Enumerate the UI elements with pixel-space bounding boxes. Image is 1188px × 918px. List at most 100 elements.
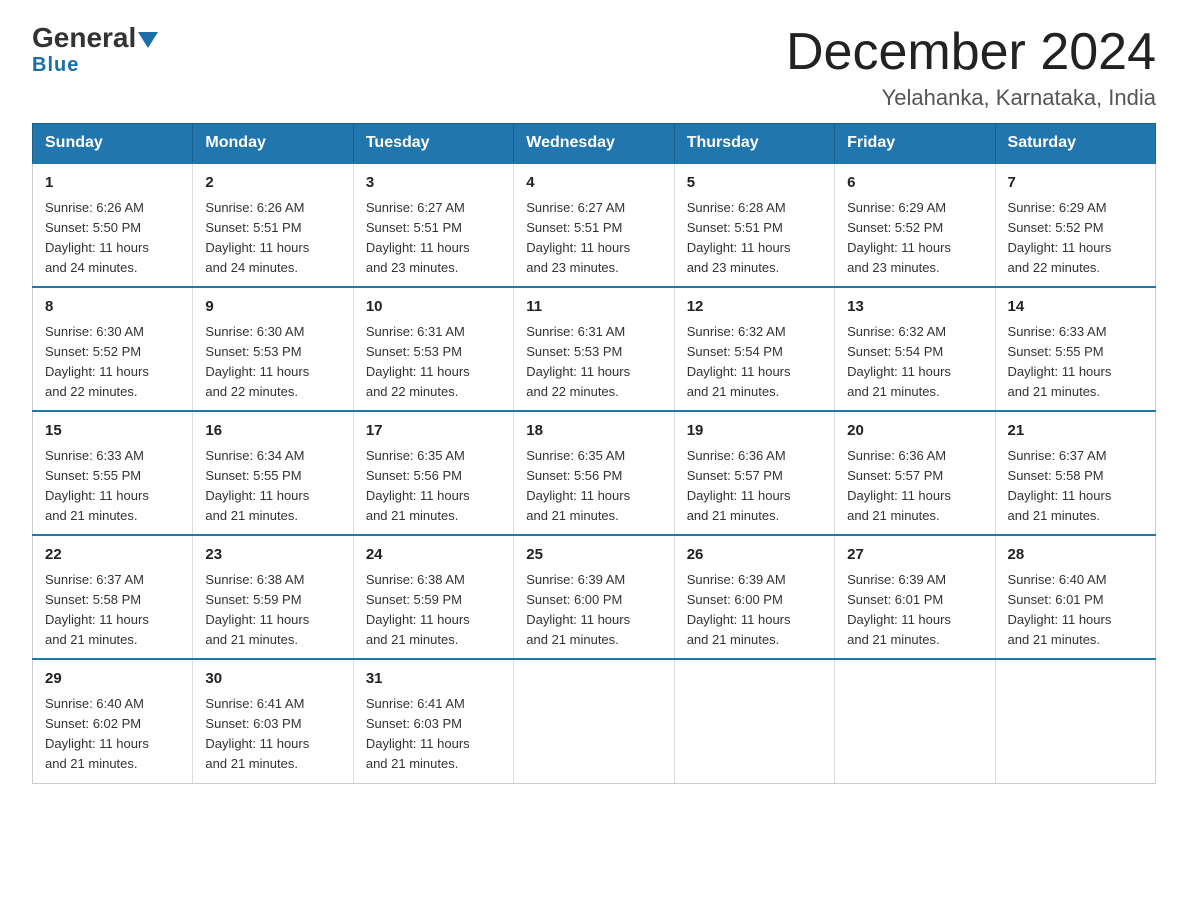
- day-number: 13: [847, 296, 982, 319]
- day-info: Sunrise: 6:30 AM Sunset: 5:53 PM Dayligh…: [205, 322, 340, 403]
- location-subtitle: Yelahanka, Karnataka, India: [786, 85, 1156, 111]
- calendar-cell: [835, 659, 995, 783]
- day-number: 1: [45, 172, 180, 195]
- calendar-cell: 29 Sunrise: 6:40 AM Sunset: 6:02 PM Dayli…: [33, 659, 193, 783]
- day-number: 30: [205, 668, 340, 691]
- day-info: Sunrise: 6:34 AM Sunset: 5:55 PM Dayligh…: [205, 446, 340, 527]
- calendar-cell: 1 Sunrise: 6:26 AM Sunset: 5:50 PM Daylig…: [33, 163, 193, 287]
- week-row-4: 22 Sunrise: 6:37 AM Sunset: 5:58 PM Dayli…: [33, 535, 1156, 659]
- calendar-cell: 11 Sunrise: 6:31 AM Sunset: 5:53 PM Dayli…: [514, 287, 674, 411]
- day-info: Sunrise: 6:32 AM Sunset: 5:54 PM Dayligh…: [687, 322, 822, 403]
- calendar-cell: 7 Sunrise: 6:29 AM Sunset: 5:52 PM Daylig…: [995, 163, 1155, 287]
- day-info: Sunrise: 6:32 AM Sunset: 5:54 PM Dayligh…: [847, 322, 982, 403]
- day-info: Sunrise: 6:36 AM Sunset: 5:57 PM Dayligh…: [687, 446, 822, 527]
- day-info: Sunrise: 6:30 AM Sunset: 5:52 PM Dayligh…: [45, 322, 180, 403]
- day-info: Sunrise: 6:31 AM Sunset: 5:53 PM Dayligh…: [526, 322, 661, 403]
- calendar-cell: 15Sunrise: 6:33 AM Sunset: 5:55 PM Dayli…: [33, 411, 193, 535]
- calendar-cell: [995, 659, 1155, 783]
- day-info: Sunrise: 6:38 AM Sunset: 5:59 PM Dayligh…: [205, 570, 340, 651]
- day-info: Sunrise: 6:27 AM Sunset: 5:51 PM Dayligh…: [366, 198, 501, 279]
- calendar-cell: [514, 659, 674, 783]
- day-number: 9: [205, 296, 340, 319]
- calendar-cell: 23 Sunrise: 6:38 AM Sunset: 5:59 PM Dayli…: [193, 535, 353, 659]
- day-number: 28: [1008, 544, 1143, 567]
- day-number: 20: [847, 420, 982, 443]
- calendar-cell: 10 Sunrise: 6:31 AM Sunset: 5:53 PM Dayli…: [353, 287, 513, 411]
- day-number: 18: [526, 420, 661, 443]
- calendar-body: 1 Sunrise: 6:26 AM Sunset: 5:50 PM Daylig…: [33, 163, 1156, 783]
- day-info: Sunrise: 6:41 AM Sunset: 6:03 PM Dayligh…: [205, 694, 340, 775]
- calendar-cell: 16Sunrise: 6:34 AM Sunset: 5:55 PM Dayli…: [193, 411, 353, 535]
- day-info: Sunrise: 6:29 AM Sunset: 5:52 PM Dayligh…: [847, 198, 982, 279]
- day-header-saturday: Saturday: [995, 124, 1155, 164]
- calendar-cell: 8 Sunrise: 6:30 AM Sunset: 5:52 PM Daylig…: [33, 287, 193, 411]
- day-info: Sunrise: 6:33 AM Sunset: 5:55 PM Dayligh…: [45, 446, 180, 527]
- logo-blue-text: Blue: [32, 54, 79, 77]
- week-row-5: 29 Sunrise: 6:40 AM Sunset: 6:02 PM Dayli…: [33, 659, 1156, 783]
- day-number: 23: [205, 544, 340, 567]
- calendar-cell: 14Sunrise: 6:33 AM Sunset: 5:55 PM Dayli…: [995, 287, 1155, 411]
- calendar-cell: 24Sunrise: 6:38 AM Sunset: 5:59 PM Dayli…: [353, 535, 513, 659]
- day-header-tuesday: Tuesday: [353, 124, 513, 164]
- calendar-cell: 22 Sunrise: 6:37 AM Sunset: 5:58 PM Dayli…: [33, 535, 193, 659]
- day-info: Sunrise: 6:37 AM Sunset: 5:58 PM Dayligh…: [45, 570, 180, 651]
- calendar-cell: 25 Sunrise: 6:39 AM Sunset: 6:00 PM Dayli…: [514, 535, 674, 659]
- week-row-3: 15Sunrise: 6:33 AM Sunset: 5:55 PM Dayli…: [33, 411, 1156, 535]
- day-number: 25: [526, 544, 661, 567]
- calendar-cell: 19 Sunrise: 6:36 AM Sunset: 5:57 PM Dayli…: [674, 411, 834, 535]
- calendar-cell: 12 Sunrise: 6:32 AM Sunset: 5:54 PM Dayli…: [674, 287, 834, 411]
- day-info: Sunrise: 6:36 AM Sunset: 5:57 PM Dayligh…: [847, 446, 982, 527]
- day-info: Sunrise: 6:39 AM Sunset: 6:00 PM Dayligh…: [526, 570, 661, 651]
- calendar-cell: 13 Sunrise: 6:32 AM Sunset: 5:54 PM Dayli…: [835, 287, 995, 411]
- day-number: 5: [687, 172, 822, 195]
- day-header-sunday: Sunday: [33, 124, 193, 164]
- day-info: Sunrise: 6:29 AM Sunset: 5:52 PM Dayligh…: [1008, 198, 1143, 279]
- day-header-friday: Friday: [835, 124, 995, 164]
- day-info: Sunrise: 6:35 AM Sunset: 5:56 PM Dayligh…: [526, 446, 661, 527]
- day-number: 24: [366, 544, 501, 567]
- calendar-header: SundayMondayTuesdayWednesdayThursdayFrid…: [33, 124, 1156, 164]
- day-info: Sunrise: 6:37 AM Sunset: 5:58 PM Dayligh…: [1008, 446, 1143, 527]
- day-info: Sunrise: 6:31 AM Sunset: 5:53 PM Dayligh…: [366, 322, 501, 403]
- calendar-cell: 9 Sunrise: 6:30 AM Sunset: 5:53 PM Daylig…: [193, 287, 353, 411]
- day-number: 12: [687, 296, 822, 319]
- calendar-cell: 31Sunrise: 6:41 AM Sunset: 6:03 PM Dayli…: [353, 659, 513, 783]
- day-info: Sunrise: 6:26 AM Sunset: 5:51 PM Dayligh…: [205, 198, 340, 279]
- calendar-cell: 3Sunrise: 6:27 AM Sunset: 5:51 PM Daylig…: [353, 163, 513, 287]
- day-number: 7: [1008, 172, 1143, 195]
- day-number: 29: [45, 668, 180, 691]
- week-row-1: 1 Sunrise: 6:26 AM Sunset: 5:50 PM Daylig…: [33, 163, 1156, 287]
- day-number: 2: [205, 172, 340, 195]
- day-number: 14: [1008, 296, 1143, 319]
- day-number: 21: [1008, 420, 1143, 443]
- day-info: Sunrise: 6:39 AM Sunset: 6:00 PM Dayligh…: [687, 570, 822, 651]
- title-block: December 2024 Yelahanka, Karnataka, Indi…: [786, 24, 1156, 111]
- day-info: Sunrise: 6:35 AM Sunset: 5:56 PM Dayligh…: [366, 446, 501, 527]
- calendar-cell: 30 Sunrise: 6:41 AM Sunset: 6:03 PM Dayli…: [193, 659, 353, 783]
- day-number: 6: [847, 172, 982, 195]
- day-number: 27: [847, 544, 982, 567]
- day-number: 19: [687, 420, 822, 443]
- header-row: SundayMondayTuesdayWednesdayThursdayFrid…: [33, 124, 1156, 164]
- day-info: Sunrise: 6:40 AM Sunset: 6:01 PM Dayligh…: [1008, 570, 1143, 651]
- day-number: 11: [526, 296, 661, 319]
- day-number: 10: [366, 296, 501, 319]
- day-info: Sunrise: 6:40 AM Sunset: 6:02 PM Dayligh…: [45, 694, 180, 775]
- logo: General Blue: [32, 24, 158, 77]
- calendar-cell: 5Sunrise: 6:28 AM Sunset: 5:51 PM Daylig…: [674, 163, 834, 287]
- calendar-cell: 21 Sunrise: 6:37 AM Sunset: 5:58 PM Dayli…: [995, 411, 1155, 535]
- page-title: December 2024: [786, 24, 1156, 81]
- week-row-2: 8 Sunrise: 6:30 AM Sunset: 5:52 PM Daylig…: [33, 287, 1156, 411]
- day-header-thursday: Thursday: [674, 124, 834, 164]
- day-number: 8: [45, 296, 180, 319]
- day-number: 26: [687, 544, 822, 567]
- day-info: Sunrise: 6:26 AM Sunset: 5:50 PM Dayligh…: [45, 198, 180, 279]
- day-header-monday: Monday: [193, 124, 353, 164]
- calendar-cell: 26 Sunrise: 6:39 AM Sunset: 6:00 PM Dayli…: [674, 535, 834, 659]
- logo-wordmark: General: [32, 24, 158, 52]
- day-number: 4: [526, 172, 661, 195]
- calendar-cell: 18 Sunrise: 6:35 AM Sunset: 5:56 PM Dayli…: [514, 411, 674, 535]
- day-info: Sunrise: 6:41 AM Sunset: 6:03 PM Dayligh…: [366, 694, 501, 775]
- calendar-cell: 28 Sunrise: 6:40 AM Sunset: 6:01 PM Dayli…: [995, 535, 1155, 659]
- day-number: 22: [45, 544, 180, 567]
